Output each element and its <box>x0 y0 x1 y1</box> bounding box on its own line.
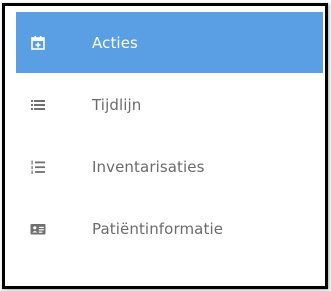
sidebar-item-label: Inventarisaties <box>92 157 205 176</box>
list-icon <box>31 99 45 110</box>
sidebar-item-acties[interactable]: Acties <box>16 12 323 73</box>
sidebar-panel: Acties Tijdlijn Inventarisaties Patiënti… <box>2 3 328 289</box>
sidebar-item-patientinformatie[interactable]: Patiëntinformatie <box>16 198 323 259</box>
sidebar-item-tijdlijn[interactable]: Tijdlijn <box>16 74 323 135</box>
sidebar-item-label: Tijdlijn <box>92 95 142 114</box>
sidebar-item-label: Acties <box>92 33 138 52</box>
id-card-icon <box>30 223 46 234</box>
sidebar-item-inventarisaties[interactable]: Inventarisaties <box>16 136 323 197</box>
ordered-list-icon <box>31 160 45 174</box>
sidebar-item-label: Patiëntinformatie <box>92 219 224 238</box>
sidebar-menu: Acties Tijdlijn Inventarisaties Patiënti… <box>16 12 323 260</box>
calendar-plus-icon <box>31 35 45 50</box>
